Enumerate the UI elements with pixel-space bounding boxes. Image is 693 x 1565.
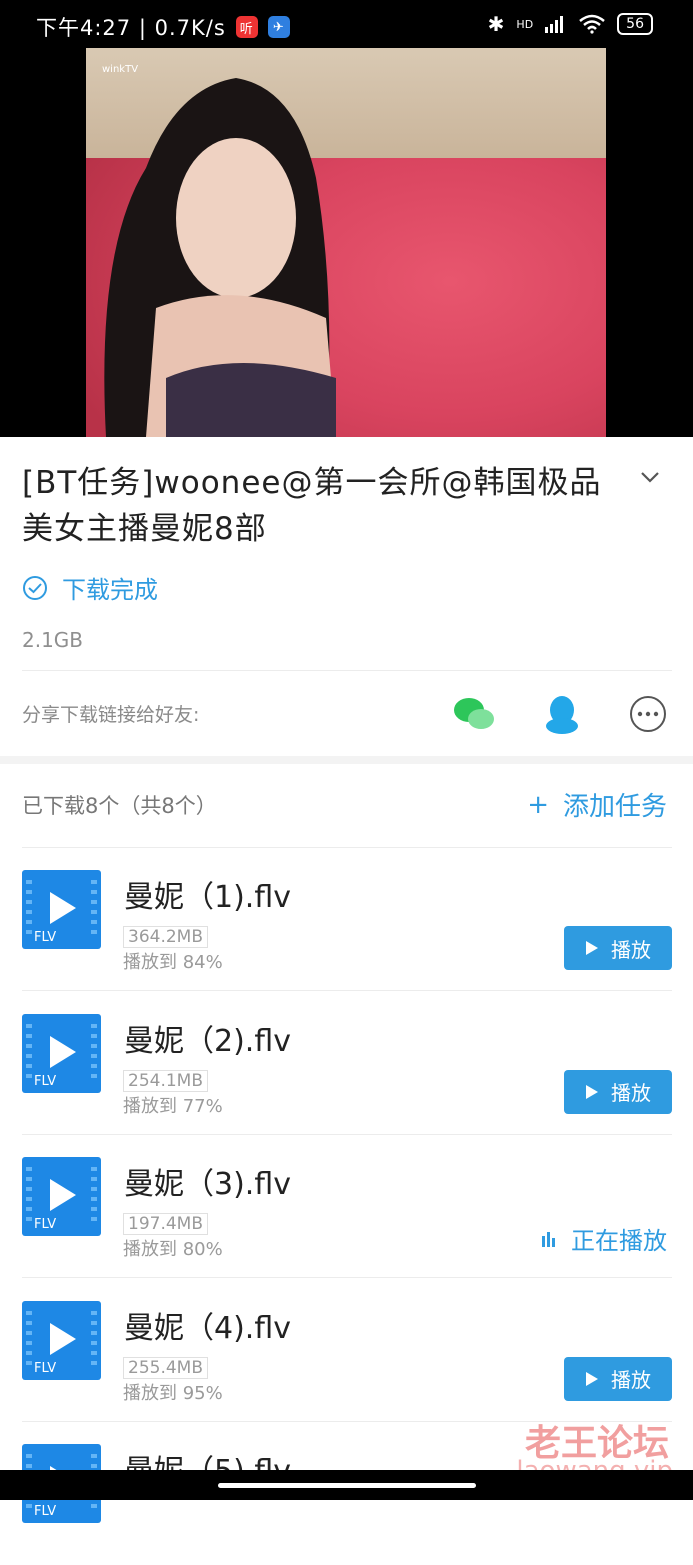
status-bar: 下午4:27 | 0.7K/s 听 ✈ ✱ HD 56 [0, 0, 693, 48]
share-label: 分享下载链接给好友: [22, 704, 200, 726]
file-size: 197.4MB [123, 1213, 208, 1235]
video-subject-image [104, 78, 336, 437]
file-type-label: FLV [34, 930, 57, 945]
play-progress: 播放到 95% [123, 1382, 223, 1404]
file-size: 255.4MB [123, 1356, 208, 1379]
play-icon [50, 892, 76, 924]
play-button-label: 播放 [611, 1368, 651, 1392]
file-type-label: FLV [34, 1217, 57, 1232]
file-name: 曼妮（1).flv [124, 880, 291, 915]
play-triangle-icon [586, 941, 598, 955]
file-type-label: FLV [34, 1073, 57, 1089]
play-icon [50, 1179, 76, 1211]
task-title-area: [BT任务]woonee@第一会所@韩国极品美女主播曼妮8部 [22, 460, 622, 552]
hd-signal-icon: HD [516, 17, 534, 31]
file-row[interactable]: FLV 曼妮（4).flv 255.4MB 播放到 95% 播放 [0, 1279, 693, 1422]
file-row[interactable]: FLV 曼妮（3).flv 197.4MB 播放到 80% 正在播放 [0, 1135, 693, 1278]
file-size: 364.2MB [123, 926, 208, 948]
divider [22, 670, 672, 671]
file-type-label: FLV [34, 1504, 57, 1519]
wechat-icon[interactable] [452, 692, 496, 736]
bluetooth-icon: ✱ [487, 12, 505, 36]
section-separator [0, 756, 693, 764]
now-playing-label: 正在播放 [571, 1227, 667, 1255]
check-circle-icon [23, 575, 47, 600]
play-button[interactable]: 播放 [564, 1356, 672, 1401]
app-notification-icon: ✈ [267, 16, 290, 38]
download-summary: 已下载8个（共8个） [22, 794, 217, 818]
file-row[interactable]: FLV 曼妮（1).flv 364.2MB 播放到 84% 播放 [0, 848, 693, 991]
status-bar-right: ✱ HD 56 [488, 12, 653, 36]
play-button-label: 播放 [611, 937, 651, 962]
play-button[interactable]: 播放 [564, 926, 672, 970]
video-player[interactable]: winkTV [0, 48, 693, 437]
video-file-thumbnail[interactable]: FLV [22, 1300, 101, 1380]
battery-icon: 56 [617, 13, 653, 35]
chevron-down-icon[interactable] [639, 466, 661, 488]
add-task-button[interactable]: + 添加任务 [527, 786, 667, 823]
play-button[interactable]: 播放 [564, 1069, 672, 1114]
equalizer-icon [542, 1231, 555, 1247]
file-name: 曼妮（4).flv [124, 1310, 291, 1346]
task-title: [BT任务]woonee@第一会所@韩国极品美女主播曼妮8部 [22, 465, 602, 547]
home-gesture-bar[interactable] [218, 1483, 476, 1488]
play-progress: 播放到 80% [123, 1239, 223, 1260]
play-progress: 播放到 84% [123, 952, 223, 973]
download-status-label: 下载完成 [62, 576, 158, 604]
file-row[interactable]: FLV 曼妮（2).flv 254.1MB 播放到 77% 播放 [0, 992, 693, 1135]
film-strip [26, 874, 32, 934]
file-size: 254.1MB [123, 1069, 208, 1092]
film-strip [26, 1304, 32, 1365]
add-task-label: 添加任务 [562, 792, 667, 822]
play-triangle-icon [586, 1084, 598, 1099]
more-options-icon[interactable] [626, 692, 670, 736]
file-name: 曼妮（2).flv [124, 1023, 291, 1059]
wifi-icon [579, 14, 605, 34]
film-strip [26, 1161, 32, 1221]
qq-icon[interactable] [540, 692, 584, 736]
video-file-thumbnail[interactable]: FLV [22, 870, 101, 949]
task-size: 2.1GB [22, 628, 84, 652]
status-bar-left: 下午4:27 | 0.7K/s 听 ✈ [36, 12, 290, 42]
film-strip [91, 1017, 97, 1078]
file-name: 曼妮（3).flv [124, 1167, 291, 1202]
app-notification-icon: 听 [235, 16, 258, 38]
video-frame [86, 48, 606, 437]
plus-icon: + [527, 789, 549, 820]
cell-signal-icon [545, 16, 564, 33]
play-progress: 播放到 77% [123, 1095, 223, 1117]
video-overlay-logo: winkTV [102, 64, 139, 75]
play-icon [50, 1035, 76, 1068]
film-strip [91, 1304, 97, 1365]
film-strip [26, 1017, 32, 1078]
film-strip [91, 874, 97, 934]
navigation-bar [0, 1470, 693, 1500]
play-icon [50, 1322, 76, 1355]
play-button-label: 播放 [611, 1081, 651, 1105]
file-type-label: FLV [34, 1360, 57, 1376]
film-strip [91, 1161, 97, 1221]
video-file-thumbnail[interactable]: FLV [22, 1157, 101, 1236]
download-status: 下载完成 [22, 570, 158, 605]
status-time-speed: 下午4:27 | 0.7K/s [36, 16, 226, 40]
now-playing-indicator: 正在播放 [541, 1221, 667, 1256]
video-file-thumbnail[interactable]: FLV [22, 1013, 101, 1093]
play-triangle-icon [586, 1371, 598, 1386]
